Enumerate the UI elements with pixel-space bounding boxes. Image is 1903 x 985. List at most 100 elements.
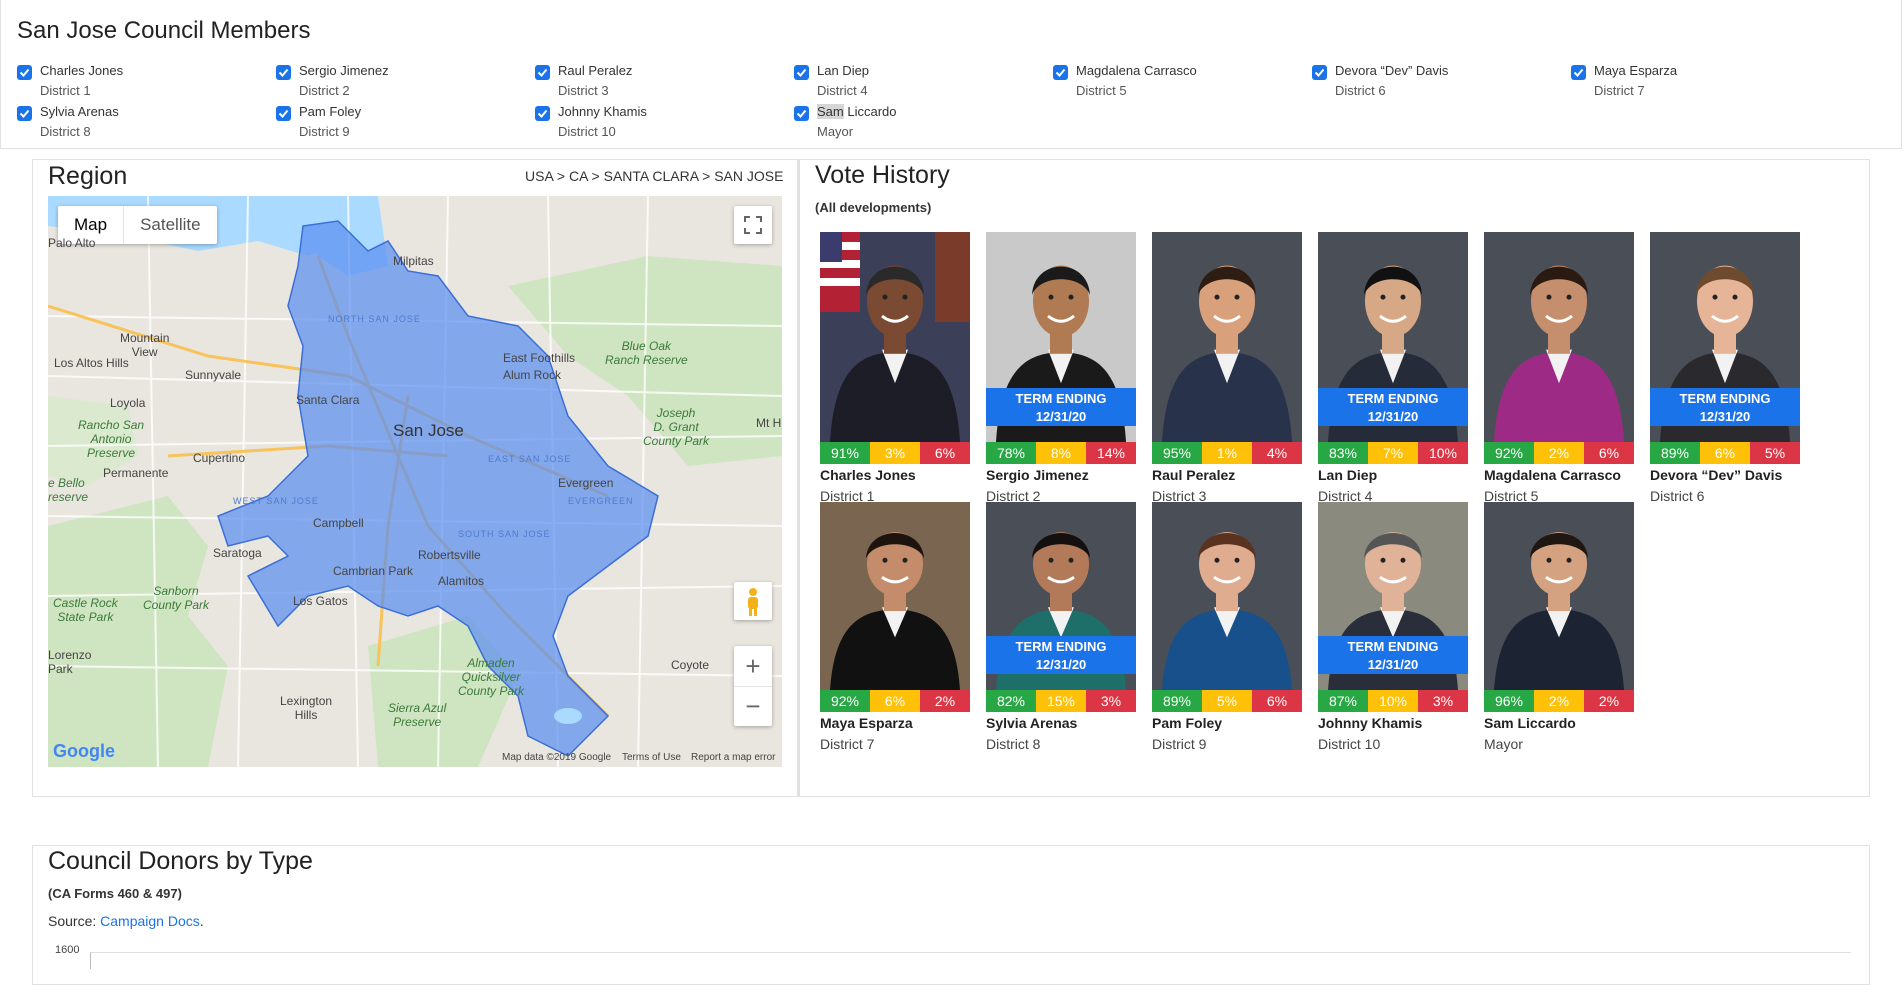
member-district: District 6: [1335, 83, 1386, 98]
vote-history-subtitle: (All developments): [815, 200, 932, 215]
member-checkbox-item[interactable]: Sylvia Arenas District 8: [17, 101, 267, 141]
map-label: Castle Rock State Park: [53, 596, 118, 624]
checkbox-checked[interactable]: [276, 106, 291, 121]
member-district: District 8: [40, 124, 91, 139]
member-name-label: Sergio Jimenez: [299, 63, 389, 78]
vote-abstain-pct: 1%: [1202, 442, 1252, 464]
map-label: Palo Alto: [48, 236, 96, 250]
portrait-photo: [820, 502, 970, 690]
member-name-label: Charles Jones: [40, 63, 123, 78]
check-icon: [1055, 68, 1066, 77]
map-label: Campbell: [313, 516, 364, 530]
map-terms-link[interactable]: Terms of Use: [622, 752, 681, 763]
council-member-name: Devora “Dev” Davis: [1650, 467, 1783, 483]
y-axis-tick: 1600: [55, 944, 80, 956]
vote-abstain-pct: 3%: [870, 442, 920, 464]
portrait: [820, 232, 970, 442]
vote-history-title: Vote History: [815, 161, 950, 189]
map-label: Alum Rock: [503, 368, 562, 382]
portrait-photo: [1484, 232, 1634, 442]
map-label: East Foothills: [503, 351, 576, 365]
map-base: [48, 196, 782, 767]
checkbox-checked[interactable]: [794, 106, 809, 121]
check-icon: [537, 68, 548, 77]
hills-west: [48, 496, 228, 767]
vote-yes-pct: 95%: [1152, 442, 1202, 464]
vote-bar: 92% 2% 6%: [1484, 442, 1634, 464]
vote-bar: 89% 5% 6%: [1152, 690, 1302, 712]
term-ending-label: TERM ENDING: [1347, 639, 1439, 654]
map-label: Milpitas: [393, 254, 434, 268]
checkbox-checked[interactable]: [1312, 65, 1327, 80]
map-report-link[interactable]: Report a map error: [691, 752, 775, 763]
member-checkbox-item[interactable]: Devora “Dev” Davis District 6: [1312, 60, 1562, 100]
vote-bar: 96% 2% 2%: [1484, 690, 1634, 712]
check-icon: [19, 109, 30, 118]
checkbox-checked[interactable]: [17, 106, 32, 121]
checkbox-checked[interactable]: [535, 65, 550, 80]
member-name-label: Raul Peralez: [558, 63, 632, 78]
term-ending-date: 12/31/20: [1035, 657, 1087, 672]
checkbox-checked[interactable]: [276, 65, 291, 80]
council-member-name: Sylvia Arenas: [986, 715, 1078, 731]
fullscreen-button[interactable]: [734, 206, 772, 244]
member-name-rest: Liccardo: [843, 104, 897, 119]
council-members-title: San Jose Council Members: [17, 17, 311, 44]
reservoir: [554, 708, 582, 724]
member-district: District 2: [299, 83, 350, 98]
checkbox-checked[interactable]: [794, 65, 809, 80]
map-label: Los Gatos: [293, 594, 348, 608]
checkbox-checked[interactable]: [17, 65, 32, 80]
fullscreen-icon: [744, 216, 762, 234]
member-checkbox-item[interactable]: Pam Foley District 9: [276, 101, 526, 141]
member-checkbox-item[interactable]: Raul Peralez District 3: [535, 60, 785, 100]
portrait-photo: [820, 232, 970, 442]
member-checkbox-item[interactable]: Sam Liccardo Mayor: [794, 101, 1044, 141]
term-ending-label: TERM ENDING: [1015, 391, 1107, 406]
zoom-in-button[interactable]: +: [734, 646, 772, 687]
vote-no-pct: 2%: [920, 690, 970, 712]
portrait-photo: [1152, 502, 1302, 690]
checkbox-checked[interactable]: [1571, 65, 1586, 80]
vote-abstain-pct: 8%: [1036, 442, 1086, 464]
vote-no-pct: 3%: [1418, 690, 1468, 712]
council-member-name: Maya Esparza: [820, 715, 913, 731]
map-label: Lexington Hills: [280, 694, 333, 722]
member-checkbox-item[interactable]: Maya Esparza District 7: [1571, 60, 1821, 100]
vote-abstain-pct: 5%: [1202, 690, 1252, 712]
member-checkbox-item[interactable]: Johnny Khamis District 10: [535, 101, 785, 141]
vote-abstain-pct: 10%: [1368, 690, 1418, 712]
map-label: Robertsville: [418, 548, 481, 562]
check-icon: [1573, 68, 1584, 77]
map-label: Lorenzo Park: [48, 648, 92, 676]
portrait: TERM ENDING 12/31/20: [986, 232, 1136, 442]
zoom-out-button[interactable]: −: [734, 687, 772, 726]
vote-no-pct: 4%: [1252, 442, 1302, 464]
google-logo: Google: [53, 741, 115, 761]
map-label: Sanborn County Park: [143, 584, 210, 612]
map-label: Almaden Quicksilver County Park: [458, 656, 525, 698]
donors-chart-area: [90, 952, 1851, 969]
map-label: Permanente: [103, 466, 169, 480]
member-name-label: Johnny Khamis: [558, 104, 647, 119]
vote-abstain-pct: 15%: [1036, 690, 1086, 712]
map-type-satellite-button[interactable]: Satellite: [124, 206, 216, 244]
portrait: [1152, 232, 1302, 442]
member-checkbox-item[interactable]: Sergio Jimenez District 2: [276, 60, 526, 100]
member-checkbox-item[interactable]: Magdalena Carrasco District 5: [1053, 60, 1303, 100]
checkbox-checked[interactable]: [535, 106, 550, 121]
member-name: Lan Diep: [817, 63, 870, 78]
region-map[interactable]: Map Satellite + − Palo Alto Milpitas Mou…: [48, 196, 782, 767]
map-label: Sunnyvale: [185, 368, 242, 382]
council-member-district: Mayor: [1484, 736, 1523, 752]
street-view-pegman[interactable]: [734, 582, 772, 620]
checkbox-checked[interactable]: [1053, 65, 1068, 80]
vote-bar: 92% 6% 2%: [820, 690, 970, 712]
member-district: District 4: [817, 83, 868, 98]
member-checkbox-item[interactable]: Lan Diep District 4: [794, 60, 1044, 100]
member-district: District 10: [558, 124, 616, 139]
member-checkbox-item[interactable]: Charles Jones District 1: [17, 60, 267, 100]
member-name: Pam Foley: [299, 104, 362, 119]
donors-subtitle: (CA Forms 460 & 497): [48, 886, 182, 901]
campaign-docs-link[interactable]: Campaign Docs: [100, 913, 200, 929]
